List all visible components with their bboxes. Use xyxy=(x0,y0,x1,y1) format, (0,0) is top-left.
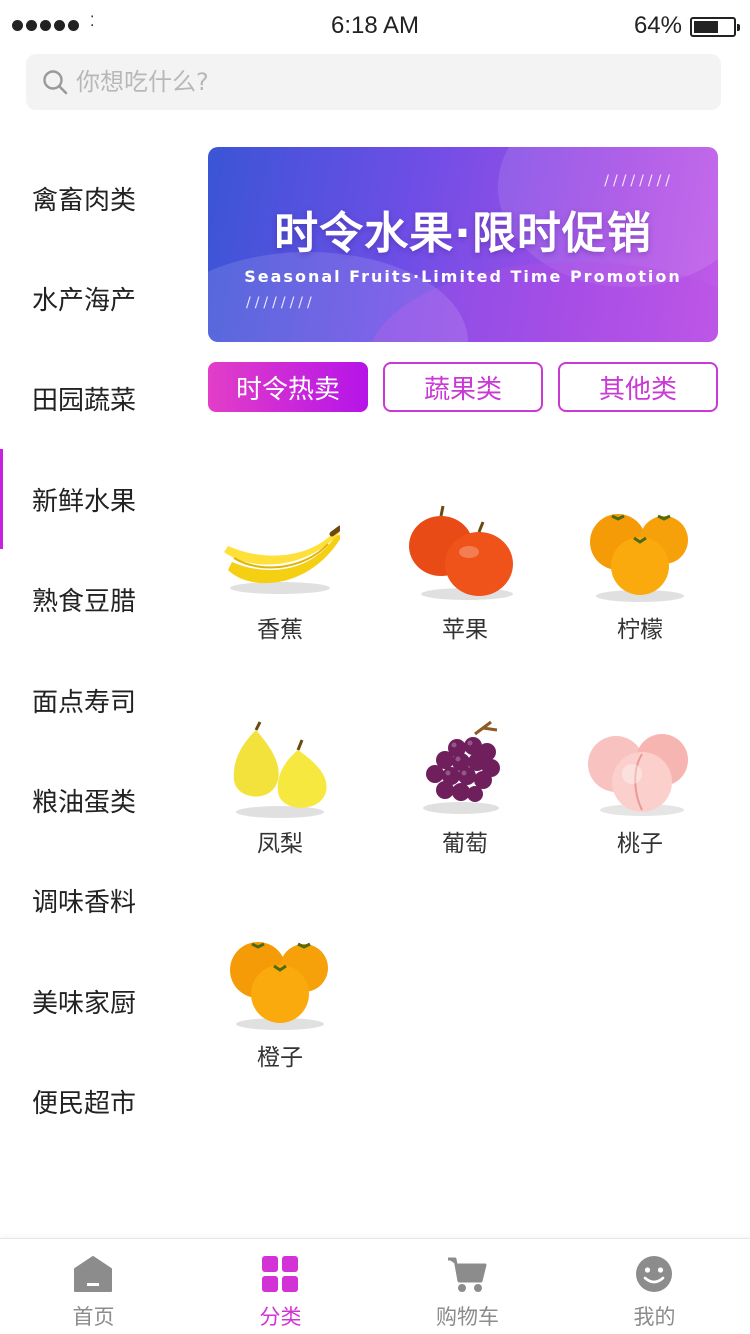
sidebar-item-grain-oil-eggs[interactable]: 粮油蛋类 xyxy=(0,750,180,850)
product-item[interactable]: 橙子 xyxy=(190,908,370,1108)
status-bar: ⁚ 6:18 AM 64% xyxy=(0,0,750,52)
nav-profile[interactable]: 我的 xyxy=(561,1239,748,1334)
product-name: 香蕉 xyxy=(257,617,303,643)
product-item[interactable]: 香蕉 xyxy=(190,480,370,680)
cart-icon xyxy=(448,1257,487,1292)
tab-seasonal-hot[interactable]: 时令热卖 xyxy=(208,362,368,412)
product-item[interactable]: 凤梨 xyxy=(190,694,370,894)
banner-slashes: //////// xyxy=(604,173,674,189)
banner-subtitle: Seasonal Fruits·Limited Time Promotion xyxy=(244,267,682,286)
sidebar-item-seafood[interactable]: 水产海产 xyxy=(0,248,180,348)
product-item[interactable]: 苹果 xyxy=(375,480,555,680)
nav-home[interactable]: 首页 xyxy=(0,1239,187,1334)
sidebar-item-fruits[interactable]: 新鲜水果 xyxy=(0,449,180,550)
peach-icon xyxy=(588,734,688,816)
product-item[interactable]: 桃子 xyxy=(550,694,730,894)
search-bar[interactable] xyxy=(26,54,721,110)
promo-banner[interactable]: //////// 时令水果·限时促销 Seasonal Fruits·Limit… xyxy=(208,147,718,342)
smiley-icon xyxy=(636,1256,672,1292)
search-icon xyxy=(43,70,68,95)
category-page: ⁚ 6:18 AM 64% 禽畜肉类 水产海产 田园蔬菜 新鲜水果 熟食豆腊 面… xyxy=(0,0,750,1334)
lemon-icon xyxy=(590,514,688,602)
tab-fruits-vegetables[interactable]: 蔬果类 xyxy=(383,362,543,412)
apple-icon xyxy=(409,505,513,600)
product-name: 凤梨 xyxy=(257,831,303,857)
pear-icon xyxy=(233,721,327,818)
nav-cart[interactable]: 购物车 xyxy=(374,1239,561,1334)
product-name: 柠檬 xyxy=(617,617,663,643)
nav-label: 我的 xyxy=(633,1305,676,1329)
nav-label: 购物车 xyxy=(436,1305,499,1329)
sidebar-item-deli[interactable]: 熟食豆腊 xyxy=(0,550,180,650)
sidebar-item-meat[interactable]: 禽畜肉类 xyxy=(0,148,180,248)
banner-slashes: //////// xyxy=(246,295,316,311)
product-name: 葡萄 xyxy=(442,831,488,857)
product-name: 桃子 xyxy=(617,831,663,857)
battery-icon xyxy=(690,17,740,37)
sidebar-item-supermarket[interactable]: 便民超市 xyxy=(0,1052,180,1152)
banner-title: 时令水果·限时促销 xyxy=(274,208,652,259)
nav-category[interactable]: 分类 xyxy=(187,1239,374,1334)
search-input[interactable] xyxy=(76,54,696,110)
bottom-tab-bar: 首页 分类 购物车 我的 xyxy=(0,1238,750,1334)
sidebar-item-pastry[interactable]: 面点寿司 xyxy=(0,650,180,750)
product-name: 苹果 xyxy=(442,617,488,643)
category-sidebar: 禽畜肉类 水产海产 田园蔬菜 新鲜水果 熟食豆腊 面点寿司 粮油蛋类 调味香料 … xyxy=(0,148,180,1152)
battery-fill xyxy=(694,21,719,33)
tab-others[interactable]: 其他类 xyxy=(558,362,718,412)
product-item[interactable]: 柠檬 xyxy=(550,480,730,680)
grape-icon xyxy=(423,720,500,814)
sidebar-item-home-kitchen[interactable]: 美味家厨 xyxy=(0,951,180,1051)
product-item[interactable]: 葡萄 xyxy=(375,694,555,894)
orange-icon xyxy=(230,942,328,1030)
nav-label: 分类 xyxy=(259,1305,302,1329)
sidebar-item-vegetables[interactable]: 田园蔬菜 xyxy=(0,349,180,449)
home-icon xyxy=(74,1256,112,1292)
banana-icon xyxy=(224,525,340,594)
category-grid-icon xyxy=(262,1256,298,1292)
subcategory-tabs: 时令热卖 蔬果类 其他类 xyxy=(208,362,718,412)
nav-label: 首页 xyxy=(72,1305,115,1329)
sidebar-item-spices[interactable]: 调味香料 xyxy=(0,851,180,951)
battery-percent: 64% xyxy=(633,12,682,39)
product-name: 橙子 xyxy=(257,1045,303,1071)
